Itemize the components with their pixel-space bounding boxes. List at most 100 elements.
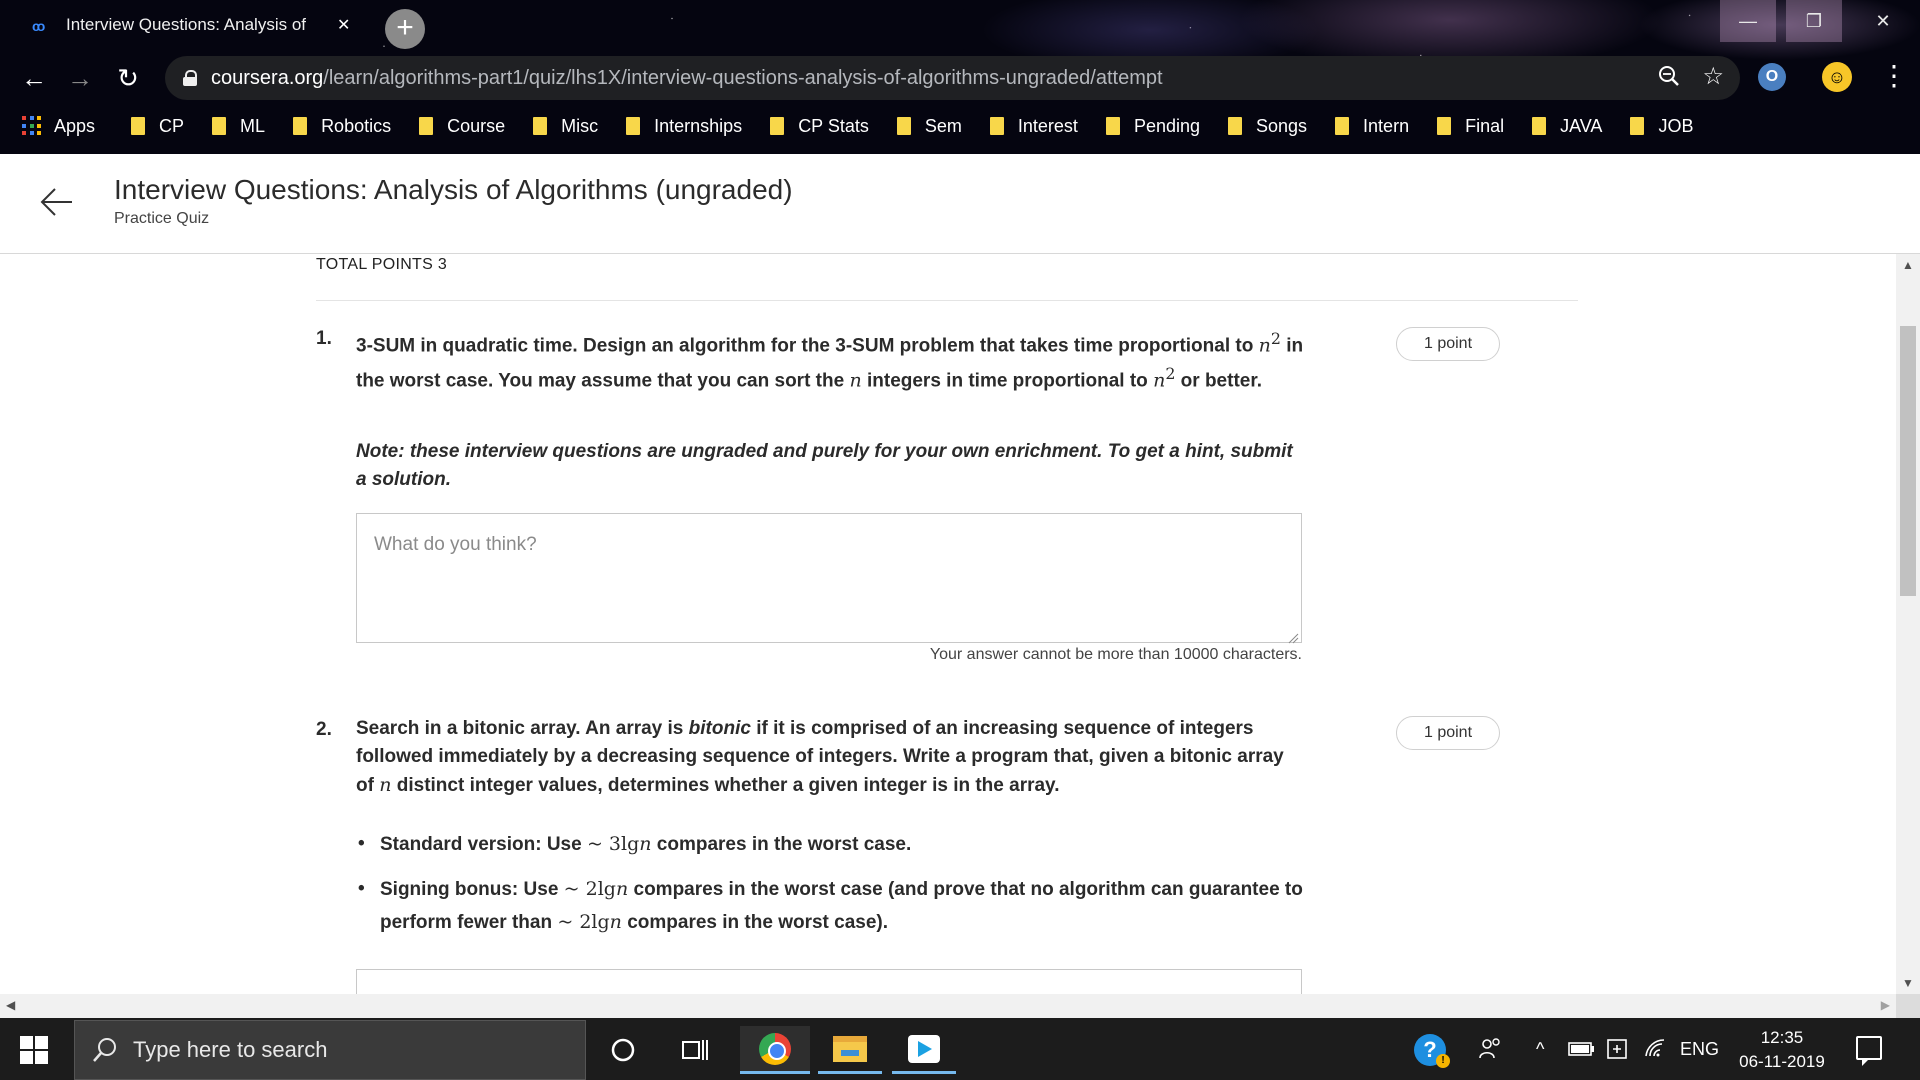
question-text-part: distinct integer values, determines whet… [391,775,1060,796]
folder-icon [1335,117,1350,135]
answer-textarea[interactable]: What do you think? [356,513,1302,644]
help-icon[interactable]: ? [1414,1034,1450,1068]
cortana-icon[interactable] [596,1026,650,1074]
folder-icon [1630,117,1645,135]
search-icon [93,1038,116,1062]
points-badge: 1 point [1396,327,1500,361]
bookmark-java[interactable]: JAVA [1532,116,1602,137]
bookmark-pending[interactable]: Pending [1105,116,1200,137]
scroll-thumb[interactable] [1900,326,1916,596]
bookmark-misc[interactable]: Misc [533,116,598,137]
math-expression: ~ 2lg [563,878,616,900]
browser-tab[interactable]: co Interview Questions: Analysis of ✕ [20,6,370,44]
menu-icon[interactable]: ⋮ [1880,58,1908,94]
address-bar[interactable]: coursera.org/learn/algorithms-part1/quiz… [165,56,1740,100]
taskbar-search-box[interactable]: Type here to search [74,1020,586,1080]
bookmark-final[interactable]: Final [1437,116,1504,137]
bullet-text: Standard version: Use [380,834,587,855]
scroll-up-icon[interactable]: ▲ [1902,258,1914,272]
tab-close-icon[interactable]: ✕ [337,15,350,35]
bookmark-course[interactable]: Course [419,116,505,137]
reload-icon[interactable]: ↻ [110,60,146,96]
browser-chrome: co Interview Questions: Analysis of ✕ + … [0,0,1920,154]
folder-icon [896,117,911,135]
back-arrow-icon[interactable] [38,184,74,220]
bookmark-label: CP [159,115,185,136]
file-explorer-taskbar-icon[interactable] [818,1026,882,1074]
tab-title: Interview Questions: Analysis of [66,15,307,34]
math-n: n [849,369,862,392]
bookmark-star-icon[interactable]: ☆ [1702,62,1724,91]
resize-handle-icon[interactable] [1287,628,1299,644]
question-number: 1. [316,328,332,349]
bookmark-robotics[interactable]: Robotics [293,116,391,137]
zoom-icon[interactable] [1658,65,1680,93]
folder-icon [1437,117,1452,135]
restore-button[interactable]: ❐ [1786,0,1842,42]
question-text-italic: bitonic [688,718,751,739]
question-2-text: Search in a bitonic array. An array is b… [356,715,1306,800]
chrome-taskbar-icon[interactable] [740,1026,810,1074]
url-path: /learn/algorithms-part1/quiz/lhs1X/inter… [323,66,1163,89]
bookmark-label: Sem [924,115,962,136]
math-expression: ~ 3lg [586,833,640,855]
math-n: n [1258,334,1271,357]
scroll-right-icon[interactable]: ▶ [1881,998,1890,1012]
bookmark-label: Misc [561,115,599,136]
forward-icon[interactable]: → [62,60,98,96]
new-tab-button[interactable]: + [385,9,425,49]
folder-icon [1228,117,1242,135]
bookmark-job[interactable]: JOB [1630,116,1693,137]
language-indicator[interactable]: ENG [1680,1018,1719,1080]
bookmark-internships[interactable]: Internships [626,116,742,137]
bookmark-label: JAVA [1560,115,1603,136]
divider [316,300,1578,301]
bookmark-cp-stats[interactable]: CP Stats [770,116,869,137]
math-n: n [1153,369,1166,392]
bookmark-cp[interactable]: CP [131,116,184,137]
bookmark-apps[interactable]: Apps [22,116,95,137]
question-text-part: 3-SUM in quadratic time. Design an algor… [356,335,1259,357]
question-text-part: integers in time proportional to [861,370,1154,392]
folder-icon [533,117,548,135]
back-icon[interactable]: ← [16,60,52,96]
answer-textarea[interactable] [356,969,1302,994]
bookmark-label: Internships [654,115,743,136]
lock-icon [183,70,197,86]
apps-grid-icon [22,116,42,136]
close-window-button[interactable]: ✕ [1855,0,1911,42]
battery-icon[interactable] [1568,1018,1596,1080]
horizontal-scrollbar[interactable]: ◀ ▶ [0,994,1896,1018]
vertical-scrollbar[interactable]: ▲ ▼ [1896,254,1920,994]
show-hidden-icons-icon[interactable]: ^ [1536,1018,1544,1080]
folder-icon [131,117,146,135]
bookmark-sem[interactable]: Sem [896,115,962,137]
question-note: Note: these interview questions are ungr… [356,441,1293,490]
wifi-icon[interactable] [1644,1018,1668,1080]
minimize-button[interactable]: — [1720,0,1776,42]
people-icon[interactable] [1478,1018,1504,1080]
folder-icon [1105,117,1120,135]
quiz-header: Interview Questions: Analysis of Algorit… [0,154,1920,254]
bookmark-label: Final [1465,115,1505,136]
bookmark-songs[interactable]: Songs [1228,116,1307,137]
windows-taskbar: Type here to search ? ^ ENG 12:35 06-11-… [0,1018,1920,1080]
extension-o-icon[interactable]: O [1758,63,1786,91]
folder-icon [212,117,227,135]
page-title: Interview Questions: Analysis of Algorit… [114,174,793,205]
bookmark-label: Interest [1017,115,1078,136]
quiz-content: TOTAL POINTS 3 1. 3-SUM in quadratic tim… [0,254,1896,994]
task-view-icon[interactable] [668,1026,722,1074]
notifications-icon[interactable] [1856,1036,1882,1066]
scroll-left-icon[interactable]: ◀ [6,998,15,1012]
windows-start-icon[interactable] [20,1036,48,1064]
scroll-down-icon[interactable]: ▼ [1902,976,1914,990]
app-taskbar-icon[interactable] [892,1026,956,1074]
system-clock[interactable]: 12:35 06-11-2019 [1730,1026,1834,1074]
bookmark-interest[interactable]: Interest [989,115,1078,137]
bookmark-intern[interactable]: Intern [1335,116,1409,137]
power-plug-icon[interactable] [1606,1018,1628,1080]
bookmark-ml[interactable]: ML [212,116,265,137]
math-expression: ~ 2lg [557,911,610,933]
profile-avatar-icon[interactable]: ☺ [1822,62,1852,92]
